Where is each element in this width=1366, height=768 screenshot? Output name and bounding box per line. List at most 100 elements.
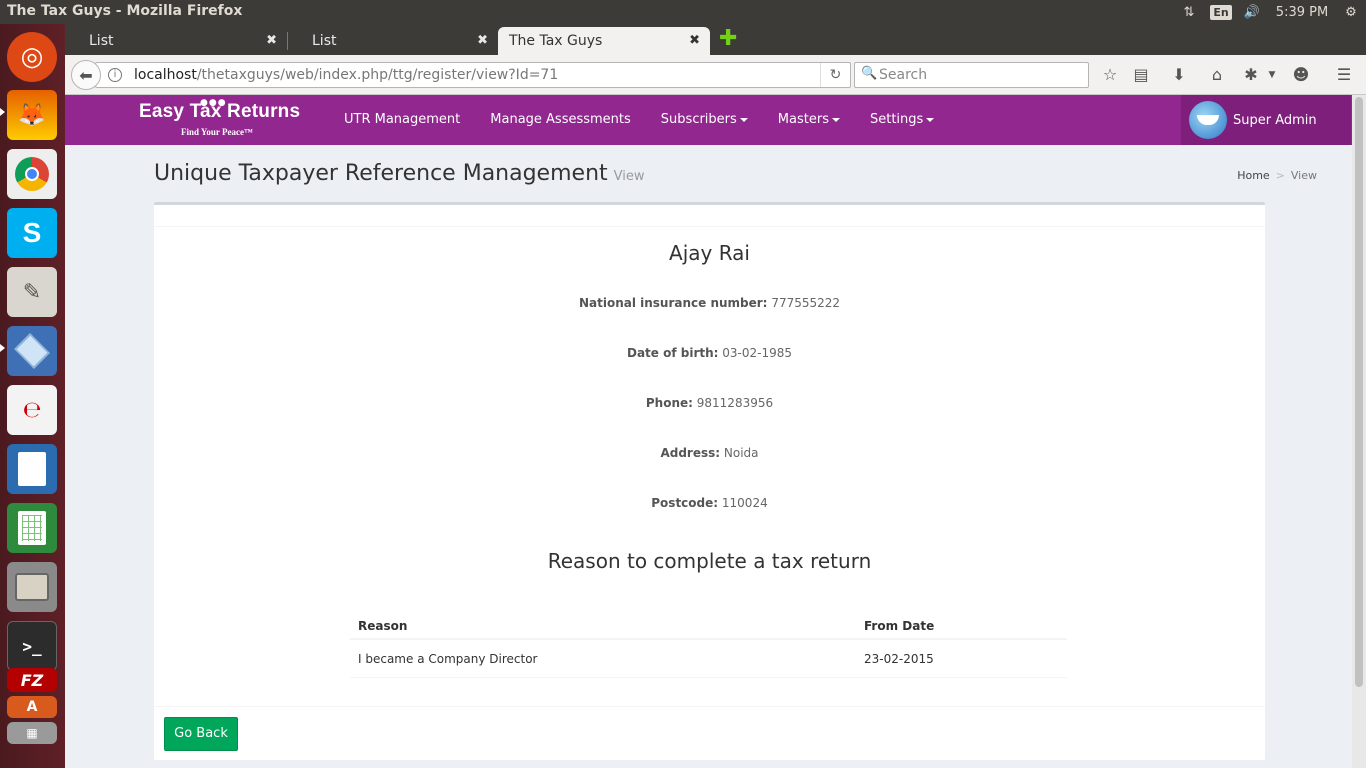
page-scrollbar[interactable] [1352,95,1366,768]
search-bar[interactable]: 🔍 Search [854,62,1089,88]
box-header-divider [154,226,1265,227]
table-row: I became a Company Director 23-02-2015 [350,640,1067,678]
trash-icon[interactable]: ▦ [7,722,57,744]
reasons-heading: Reason to complete a tax return [547,549,872,573]
tab-strip: List ✖ List ✖ The Tax Guys ✖ ✚ [65,24,1366,55]
network-icon[interactable]: ⇅ [1172,0,1206,24]
software-center-icon[interactable]: A [7,696,57,718]
menu-label: Manage Assessments [490,112,631,127]
breadcrumb-home[interactable]: Home [1237,169,1269,182]
settings-gear-icon[interactable]: ⚙ [1336,0,1366,24]
page-title-text: Unique Taxpayer Reference Management [154,161,608,186]
breadcrumb-separator: > [1275,169,1285,182]
terminal-icon[interactable]: >_ [7,621,57,671]
avatar [1189,101,1227,139]
files-icon[interactable] [7,562,57,612]
chevron-down-icon[interactable]: ▼ [1261,64,1283,86]
cell-reason: I became a Company Director [358,652,538,666]
window-title: The Tax Guys - Mozilla Firefox [7,3,243,19]
field-label: Phone: [645,396,693,410]
menu-label: Settings [869,112,924,127]
keyboard-layout-indicator[interactable]: En [1206,0,1236,24]
tab-the-tax-guys[interactable]: The Tax Guys ✖ [498,27,710,55]
new-tab-icon[interactable]: ✚ [719,28,737,50]
reading-list-icon[interactable]: ▤ [1130,64,1152,86]
chrome-icon[interactable] [7,149,57,199]
search-icon: 🔍 [861,66,878,81]
tab-title: List [312,33,337,49]
volume-icon[interactable]: 🔊 [1236,0,1268,24]
site-info-icon[interactable]: i [108,68,122,82]
field-label: Address: [660,446,721,460]
menu-label: Subscribers [660,112,737,127]
breadcrumb: Home > View [1237,169,1317,182]
system-top-panel: The Tax Guys - Mozilla Firefox ⇅ En 🔊 5:… [0,0,1366,24]
page-viewport: ●●● Easy Tax Returns Find Your Peace™ UT… [65,95,1352,768]
url-bar[interactable]: i localhost/thetaxguys/web/index.php/ttg… [95,62,851,88]
bookmark-star-icon[interactable]: ☆ [1099,64,1121,86]
menu-hamburger-icon[interactable]: ☰ [1333,64,1355,86]
site-header: ●●● Easy Tax Returns Find Your Peace™ UT… [65,95,1352,145]
menu-utr-management[interactable]: UTR Management [344,95,460,145]
table-header-row: Reason From Date [350,611,1067,640]
libreoffice-writer-icon[interactable] [7,444,57,494]
field-label: Date of birth: [626,346,719,360]
filezilla-icon[interactable]: FZ [7,668,57,692]
unity-launcher: ◎ 🦊 S ✎ ℮ >_ FZ A ▦ [0,24,65,768]
field-value: Noida [723,446,759,460]
detail-box: Ajay Rai National insurance number: 7775… [154,202,1265,760]
chat-icon[interactable]: ☻ [1290,64,1312,86]
downloads-icon[interactable]: ⬇ [1168,64,1190,86]
page-subtitle: View [613,169,645,184]
tab-close-icon[interactable]: ✖ [477,33,488,48]
url-host: localhost [134,67,197,83]
tab-list-2[interactable]: List ✖ [288,27,498,55]
menu-manage-assessments[interactable]: Manage Assessments [490,95,631,145]
column-header-reason: Reason [358,619,408,633]
field-label: Postcode: [651,496,719,510]
user-name: Super Admin [1233,112,1317,128]
go-back-button[interactable]: Go Back [164,717,238,751]
menu-subscribers[interactable]: Subscribers [661,95,748,145]
column-header-from-date: From Date [864,619,935,633]
text-editor-icon[interactable]: ✎ [7,267,57,317]
tab-close-icon[interactable]: ✖ [266,33,277,48]
scrollbar-thumb[interactable] [1355,97,1363,687]
tab-close-icon[interactable]: ✖ [689,33,700,48]
navigation-toolbar: i localhost/thetaxguys/web/index.php/ttg… [65,55,1366,95]
menu-settings[interactable]: Settings [869,95,935,145]
home-icon[interactable]: ⌂ [1206,64,1228,86]
logo-tagline: Find Your Peace™ [181,127,253,137]
logo-dots: ●●● [200,98,227,108]
running-indicator [0,344,5,352]
virtualbox-icon[interactable] [7,326,57,376]
libreoffice-calc-icon[interactable] [7,503,57,553]
document-viewer-icon[interactable]: ℮ [7,385,57,435]
breadcrumb-current: View [1290,169,1317,182]
field-label: National insurance number: [578,296,768,310]
url-path: /thetaxguys/web/index.php/ttg/register/v… [196,67,559,83]
field-value: 9811283956 [696,396,774,410]
cell-from-date: 23-02-2015 [864,652,934,666]
page-title: Unique Taxpayer Reference Management View [154,161,645,186]
tab-title: The Tax Guys [509,33,603,49]
caret-down-icon [831,117,840,122]
taxpayer-name: Ajay Rai [669,241,750,265]
reload-icon[interactable]: ↻ [820,63,850,87]
site-logo[interactable]: ●●● Easy Tax Returns Find Your Peace™ [139,98,300,137]
field-phone: Phone: 9811283956 [154,396,1265,410]
ubuntu-dash-icon[interactable]: ◎ [7,32,57,82]
back-button[interactable]: ⬅ [71,60,101,90]
user-menu[interactable]: Super Admin [1181,95,1351,145]
caret-down-icon [739,117,748,122]
main-menu: UTR Management Manage Assessments Subscr… [344,95,964,145]
search-placeholder: Search [879,67,928,83]
skype-icon[interactable]: S [7,208,57,258]
extension-icon[interactable]: ✱ [1240,64,1262,86]
clock[interactable]: 5:39 PM [1268,0,1336,24]
tab-list-1[interactable]: List ✖ [65,27,287,55]
firefox-icon[interactable]: 🦊 [7,90,57,140]
firefox-window: List ✖ List ✖ The Tax Guys ✖ ✚ i localho… [65,24,1366,768]
box-footer-divider [154,706,1265,707]
menu-masters[interactable]: Masters [778,95,840,145]
